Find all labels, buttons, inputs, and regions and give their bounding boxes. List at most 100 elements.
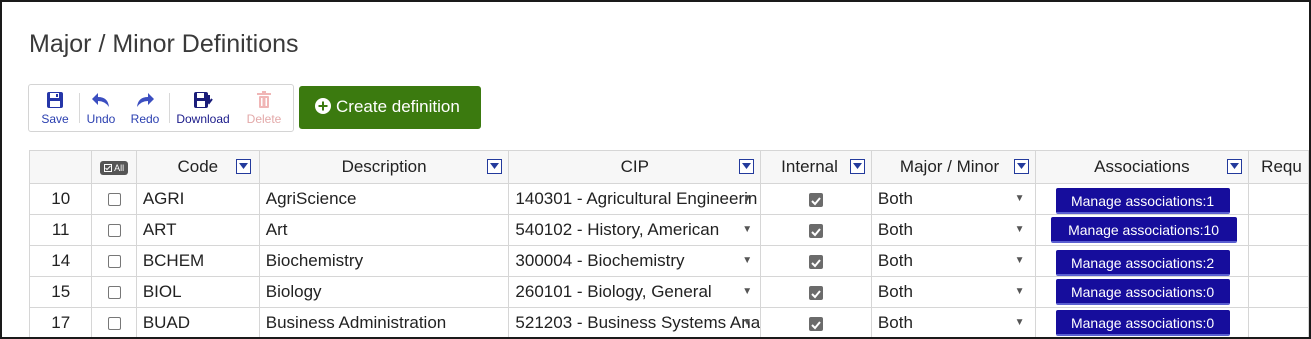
row-id: 15 [28,276,93,308]
table-row[interactable]: 14 BCHEM Biochemistry 300004 - Biochemis… [28,245,1309,277]
create-definition-button[interactable]: Create definition [299,86,481,129]
delete-button[interactable]: Delete [239,85,289,131]
header-description[interactable]: Description [258,150,510,184]
filter-dropdown-icon[interactable] [739,159,755,174]
table-row[interactable]: 15 BIOL Biology 260101 - Biology, Genera… [28,276,1309,308]
manage-associations-button[interactable]: Manage associations:0 [1055,310,1230,336]
undo-icon [81,91,121,109]
row-code[interactable]: AGRI [135,183,260,215]
row-major-minor-select[interactable]: Both ▼ [870,307,1036,337]
row-cip-select[interactable]: 260101 - Biology, General ▼ [508,276,762,308]
row-major-minor-select[interactable]: Both ▼ [870,245,1036,277]
row-description[interactable]: Art [258,214,510,246]
row-code[interactable]: BCHEM [135,245,260,277]
manage-associations-button[interactable]: Manage associations:10 [1050,217,1237,243]
row-code[interactable]: BIOL [135,276,260,308]
dropdown-caret-icon: ▼ [1014,224,1025,235]
row-cip-select[interactable]: 300004 - Biochemistry ▼ [508,245,762,277]
dropdown-caret-icon: ▼ [1014,317,1025,328]
app-frame: Major / Minor Definitions Save Undo Redo [0,0,1311,339]
row-requ-cell [1248,307,1309,337]
dropdown-caret-icon: ▼ [742,286,753,297]
select-all-badge[interactable]: All [100,160,129,175]
dropdown-caret-icon: ▼ [742,193,753,204]
download-button[interactable]: Download [171,85,235,131]
table-row[interactable]: 10 AGRI AgriScience 140301 - Agricultura… [28,183,1309,215]
manage-associations-button[interactable]: Manage associations:2 [1055,250,1230,276]
row-select-checkbox[interactable] [91,276,137,308]
row-major-minor-select[interactable]: Both ▼ [870,214,1036,246]
redo-icon [125,91,165,109]
header-code[interactable]: Code [135,150,260,184]
row-associations-cell: Manage associations:0 [1034,307,1250,337]
row-major-minor-select[interactable]: Both ▼ [870,183,1036,215]
row-internal-checkbox[interactable] [760,214,872,246]
row-internal-checkbox[interactable] [760,307,872,337]
filter-dropdown-icon[interactable] [235,159,251,174]
header-internal[interactable]: Internal [760,150,872,184]
row-internal-checkbox[interactable] [760,245,872,277]
table-row[interactable]: 17 BUAD Business Administration 521203 -… [28,307,1309,337]
row-requ-cell [1248,276,1309,308]
undo-button[interactable]: Undo [81,85,121,131]
plus-circle-icon [315,98,331,114]
row-cip-select[interactable]: 140301 - Agricultural Engineerin ▼ [508,183,762,215]
dropdown-caret-icon: ▼ [742,317,753,328]
row-id: 17 [28,307,93,337]
row-cip-select[interactable]: 521203 - Business Systems Ana ▼ [508,307,762,337]
header-row-number [28,150,93,184]
table-row[interactable]: 11 ART Art 540102 - History, American ▼ B… [28,214,1309,246]
row-description[interactable]: Biology [258,276,510,308]
page-title: Major / Minor Definitions [29,30,299,58]
toolbar: Save Undo Redo Download Delete [28,84,294,132]
toolbar-divider [79,93,80,123]
row-select-checkbox[interactable] [91,307,137,337]
row-description[interactable]: AgriScience [258,183,510,215]
filter-dropdown-icon[interactable] [487,159,503,174]
row-major-minor-select[interactable]: Both ▼ [870,276,1036,308]
checkbox-icon [104,163,113,172]
dropdown-caret-icon: ▼ [1014,255,1025,266]
header-cip[interactable]: CIP [508,150,762,184]
row-associations-cell: Manage associations:2 [1034,245,1250,277]
row-cip-select[interactable]: 540102 - History, American ▼ [508,214,762,246]
dropdown-caret-icon: ▼ [742,224,753,235]
row-description[interactable]: Biochemistry [258,245,510,277]
filter-dropdown-icon[interactable] [849,159,865,174]
redo-button[interactable]: Redo [125,85,165,131]
row-requ-cell [1248,183,1309,215]
row-description[interactable]: Business Administration [258,307,510,337]
row-associations-cell: Manage associations:1 [1034,183,1250,215]
header-associations[interactable]: Associations [1034,150,1250,184]
save-icon [33,91,77,109]
row-id: 14 [28,245,93,277]
trash-icon [239,91,289,109]
row-code[interactable]: BUAD [135,307,260,337]
row-internal-checkbox[interactable] [760,276,872,308]
header-select-all[interactable]: All [91,150,137,184]
manage-associations-button[interactable]: Manage associations:0 [1055,279,1230,305]
filter-dropdown-icon[interactable] [1227,159,1243,174]
row-id: 11 [28,214,93,246]
row-code[interactable]: ART [135,214,260,246]
manage-associations-button[interactable]: Manage associations:1 [1055,188,1230,214]
row-select-checkbox[interactable] [91,245,137,277]
row-select-checkbox[interactable] [91,183,137,215]
row-associations-cell: Manage associations:10 [1034,214,1250,246]
toolbar-divider [169,93,170,123]
header-requ[interactable]: Requ [1248,150,1309,184]
row-internal-checkbox[interactable] [760,183,872,215]
row-requ-cell [1248,214,1309,246]
definitions-table: All Code Description CIP Internal Major … [28,150,1309,337]
save-button[interactable]: Save [33,85,77,131]
row-associations-cell: Manage associations:0 [1034,276,1250,308]
row-id: 10 [28,183,93,215]
dropdown-caret-icon: ▼ [1014,286,1025,297]
row-select-checkbox[interactable] [91,214,137,246]
row-requ-cell [1248,245,1309,277]
dropdown-caret-icon: ▼ [1014,193,1025,204]
table-header-row: All Code Description CIP Internal Major … [28,150,1309,184]
header-major-minor[interactable]: Major / Minor [870,150,1036,184]
dropdown-caret-icon: ▼ [742,255,753,266]
filter-dropdown-icon[interactable] [1013,159,1029,174]
